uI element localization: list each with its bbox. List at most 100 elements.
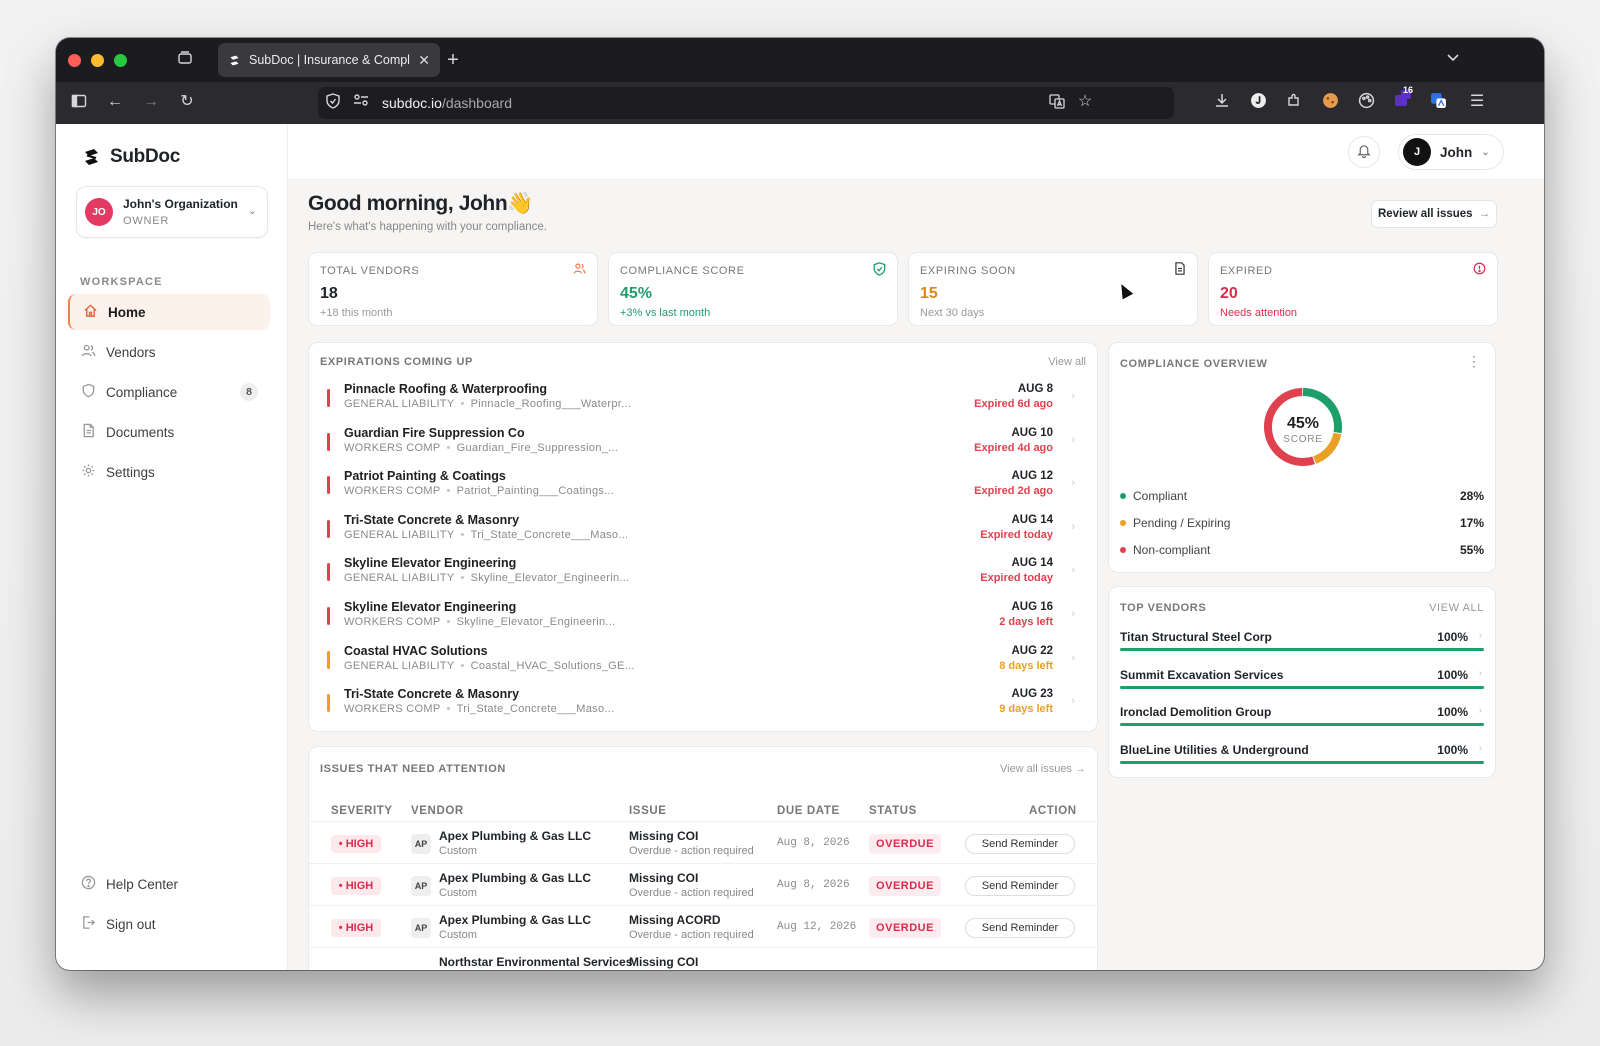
document-icon: [80, 423, 96, 441]
main-content: J John ⌄ Good morning, John👋 Here's what…: [288, 124, 1544, 970]
site-permissions-icon[interactable]: [350, 93, 372, 113]
expiration-row[interactable]: Tri-State Concrete & Masonry WORKERS COMP…: [317, 683, 1087, 724]
notifications-button[interactable]: [1348, 136, 1380, 168]
sidebar-toggle-icon[interactable]: [68, 93, 90, 115]
issue-row: Northstar Environmental Services Missing …: [309, 947, 1097, 970]
col-header-severity: SEVERITY: [331, 805, 393, 817]
expiration-row[interactable]: Guardian Fire Suppression Co WORKERS COMP…: [317, 421, 1087, 462]
issue-vendor-type: Custom: [439, 929, 477, 941]
expiration-row[interactable]: Tri-State Concrete & Masonry GENERAL LIAB…: [317, 508, 1087, 549]
reload-icon[interactable]: ↻: [176, 92, 198, 112]
org-switcher[interactable]: JO John's Organization OWNER ⌄: [76, 186, 268, 238]
expiration-row[interactable]: Pinnacle Roofing & Waterproofing GENERAL …: [317, 378, 1087, 418]
sidebar-item-help-center[interactable]: Help Center: [68, 866, 270, 902]
shield-icon[interactable]: [322, 93, 344, 115]
translator-extension-icon[interactable]: [1427, 92, 1449, 115]
expiration-row[interactable]: Skyline Elevator Engineering WORKERS COMP…: [317, 596, 1087, 636]
sidebar-item-label: Sign out: [106, 916, 156, 932]
send-reminder-button[interactable]: Send Reminder: [965, 918, 1075, 938]
extensions-icon[interactable]: [1283, 92, 1305, 114]
browser-tab-active[interactable]: SubDoc | Insurance & Complian ✕: [218, 43, 440, 77]
expiration-status: Expired today: [980, 528, 1053, 541]
minimize-window-button[interactable]: [91, 54, 104, 67]
legend-label: Compliant: [1133, 489, 1188, 503]
legend-row-non-compliant: Non-compliant 55%: [1120, 543, 1484, 561]
bookmark-star-icon[interactable]: ☆: [1074, 92, 1096, 112]
expiration-date: AUG 14: [1011, 513, 1053, 526]
score-track: [1120, 648, 1484, 651]
tab-list-chevron-icon[interactable]: [1442, 50, 1464, 70]
user-menu-button[interactable]: J John ⌄: [1398, 134, 1504, 170]
issues-view-all-link[interactable]: View all issues →: [1000, 763, 1086, 775]
top-vendor-row[interactable]: Titan Structural Steel Corp 100% ›: [1120, 630, 1484, 666]
sidebar-item-compliance[interactable]: Compliance 8: [68, 374, 270, 410]
more-vertical-icon[interactable]: ⋮: [1467, 354, 1481, 368]
send-reminder-button[interactable]: Send Reminder: [965, 876, 1075, 896]
chevron-down-icon: ⌄: [1481, 146, 1490, 158]
stat-card-total-vendors[interactable]: TOTAL VENDORS 18 +18 this month: [308, 252, 598, 326]
expiration-file-name: Tri_State_Concrete___Maso...: [470, 528, 629, 541]
users-icon: [80, 343, 96, 361]
separator-dot: •: [460, 398, 465, 410]
top-vendor-row[interactable]: BlueLine Utilities & Underground 100% ›: [1120, 743, 1484, 779]
donut-score-label: SCORE: [1283, 434, 1323, 445]
issue-vendor-name: Apex Plumbing & Gas LLC: [439, 913, 592, 927]
sidebar-item-label: Settings: [106, 464, 155, 480]
user-name: John: [1440, 144, 1473, 160]
sidebar-item-vendors[interactable]: Vendors: [68, 334, 270, 370]
issues-title: ISSUES THAT NEED ATTENTION: [320, 763, 506, 775]
account-circle-icon[interactable]: [1247, 92, 1269, 115]
score-fill: [1120, 761, 1484, 765]
severity-badge: • HIGH: [331, 919, 381, 937]
chevron-right-icon: ›: [1071, 608, 1075, 620]
expirations-view-all-link[interactable]: View all: [1048, 356, 1086, 368]
stat-card-expiring-soon[interactable]: EXPIRING SOON 15 Next 30 days: [908, 252, 1198, 326]
stat-card-compliance-score[interactable]: COMPLIANCE SCORE 45% +3% vs last month: [608, 252, 898, 326]
score-track: [1120, 723, 1484, 727]
expiration-date: AUG 16: [1011, 601, 1053, 613]
stat-value: 18: [320, 285, 338, 302]
shield-icon: [80, 383, 96, 401]
sidebar-item-settings[interactable]: Settings: [68, 454, 270, 490]
brand-logo[interactable]: SubDoc: [82, 146, 180, 168]
cookie-extension-icon[interactable]: [1319, 92, 1341, 115]
sidebar-item-documents[interactable]: Documents: [68, 414, 270, 450]
zoom-window-button[interactable]: [114, 54, 127, 67]
close-window-button[interactable]: [68, 54, 81, 67]
top-vendor-row[interactable]: Ironclad Demolition Group 100% ›: [1120, 705, 1484, 741]
palette-icon[interactable]: [1355, 92, 1377, 115]
sidebar-item-sign-out[interactable]: Sign out: [68, 906, 270, 942]
expiration-coverage-type: GENERAL LIABILITY: [344, 572, 455, 585]
stat-sub: Needs attention: [1220, 307, 1298, 319]
review-all-issues-button[interactable]: Review all issues →: [1371, 200, 1497, 228]
expiration-vendor-name: Skyline Elevator Engineering: [344, 556, 517, 571]
separator-dot: •: [460, 572, 465, 585]
subdoc-favicon-icon: [228, 54, 241, 67]
address-bar[interactable]: subdoc.io/dashboard ☆: [318, 87, 1174, 119]
downloads-icon[interactable]: [1211, 92, 1233, 114]
expiration-row[interactable]: Coastal HVAC Solutions GENERAL LIABILITY •…: [317, 639, 1087, 680]
new-tab-icon[interactable]: +: [442, 50, 464, 70]
tab-close-icon[interactable]: ✕: [418, 52, 430, 69]
sidebar-item-home[interactable]: Home: [68, 294, 270, 330]
compliance-count-badge: 8: [240, 383, 258, 401]
separator-dot: •: [446, 441, 451, 454]
tab-overview-icon[interactable]: [174, 50, 196, 72]
translate-icon[interactable]: [1046, 93, 1068, 115]
back-icon[interactable]: ←: [104, 92, 126, 112]
users-icon: [573, 262, 586, 278]
expiration-row[interactable]: Skyline Elevator Engineering GENERAL LIAB…: [317, 552, 1087, 593]
legend-pct: 55%: [1459, 543, 1484, 557]
url-path: /dashboard: [441, 95, 512, 111]
separator-dot: •: [460, 659, 465, 672]
issue-vendor-name: Northstar Environmental Services: [439, 955, 633, 969]
forward-icon[interactable]: →: [140, 92, 162, 112]
menu-hamburger-icon[interactable]: ☰: [1466, 92, 1488, 112]
top-vendors-view-all-link[interactable]: VIEW ALL: [1429, 602, 1484, 614]
send-reminder-button[interactable]: Send Reminder: [965, 834, 1075, 854]
col-header-due-date: DUE DATE: [777, 805, 840, 817]
expiration-row[interactable]: Patriot Painting & Coatings WORKERS COMP •…: [317, 465, 1087, 506]
top-vendor-row[interactable]: Summit Excavation Services 100% ›: [1120, 668, 1484, 704]
stat-card-expired[interactable]: EXPIRED 20 Needs attention: [1208, 252, 1498, 326]
top-vendor-name: BlueLine Utilities & Underground: [1120, 743, 1309, 758]
